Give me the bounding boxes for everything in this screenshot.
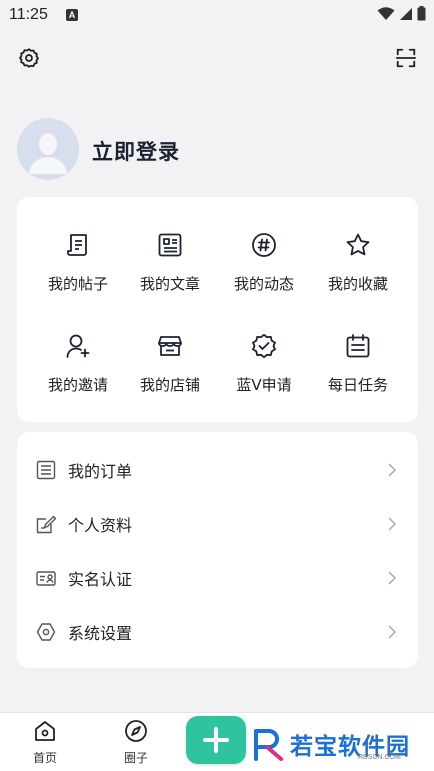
grid-item-invites[interactable]: 我的邀请 — [28, 333, 128, 395]
nav-item-label: 圈子 — [123, 751, 148, 765]
grid-item-moments[interactable]: 我的动态 — [214, 232, 314, 294]
grid-item-label: 我的邀请 — [47, 376, 108, 394]
grid-item-label: 每日任务 — [327, 376, 388, 394]
list-item-profile[interactable]: 个人资料 — [17, 497, 418, 551]
watermark-sub: RBSCN.COM — [358, 754, 401, 761]
default-avatar-icon — [17, 118, 79, 180]
order-list-icon — [36, 460, 56, 480]
status-icons — [377, 6, 426, 21]
menu-list-card: 我的订单 个人资料 实名认证 系统设置 — [17, 432, 418, 668]
gear-icon — [19, 48, 39, 68]
status-bar: 11:25 A — [0, 0, 434, 30]
avatar[interactable] — [17, 118, 79, 180]
list-item-label: 个人资料 — [68, 516, 133, 535]
chevron-right-icon — [388, 625, 397, 639]
chevron-right-icon — [388, 517, 397, 531]
star-icon — [346, 233, 370, 256]
watermark: 若宝软件园 RBSCN.COM — [250, 722, 410, 766]
scan-icon — [395, 48, 417, 68]
watermark-logo-icon — [254, 729, 283, 761]
hashtag-icon — [252, 233, 276, 257]
verified-badge-icon — [252, 333, 276, 359]
grid-item-label: 我的帖子 — [47, 275, 108, 293]
chevron-right-icon — [388, 571, 397, 585]
publish-button[interactable] — [186, 716, 246, 764]
signal-icon — [400, 7, 412, 20]
grid-item-verify[interactable]: 蓝V申请 — [214, 333, 314, 395]
battery-icon — [417, 6, 426, 21]
hexagon-settings-icon — [36, 623, 56, 641]
grid-item-articles[interactable]: 我的文章 — [120, 232, 220, 294]
grid-item-favorites[interactable]: 我的收藏 — [308, 232, 408, 294]
id-card-icon — [36, 571, 56, 586]
notification-badge: A — [66, 9, 78, 21]
grid-item-label: 我的文章 — [139, 275, 200, 293]
list-item-real-name-auth[interactable]: 实名认证 — [17, 551, 418, 605]
grid-item-label: 我的店铺 — [139, 376, 200, 394]
grid-item-label: 我的动态 — [233, 275, 294, 293]
grid-item-label: 我的收藏 — [327, 275, 388, 293]
invite-user-icon — [66, 334, 90, 358]
list-item-label: 系统设置 — [68, 624, 133, 643]
post-icon — [67, 234, 87, 256]
scan-button[interactable] — [392, 44, 420, 72]
nav-item-home[interactable]: 首页 — [15, 719, 75, 766]
calendar-task-icon — [346, 334, 370, 358]
list-item-system-settings[interactable]: 系统设置 — [17, 605, 418, 659]
list-item-label: 我的订单 — [68, 462, 133, 481]
list-item-label: 实名认证 — [68, 570, 133, 589]
grid-item-posts[interactable]: 我的帖子 — [28, 232, 128, 294]
article-icon — [158, 233, 182, 257]
wifi-icon — [377, 6, 395, 20]
list-item-orders[interactable]: 我的订单 — [17, 443, 418, 497]
compass-icon — [125, 720, 147, 742]
edit-profile-icon — [36, 515, 56, 534]
nav-item-label: 首页 — [32, 751, 57, 765]
grid-item-label: 蓝V申请 — [236, 376, 292, 394]
feature-grid-card: 我的帖子 我的文章 我的动态 我的收藏 我的邀请 我的店铺 蓝V申请 每日任务 — [17, 197, 418, 422]
feature-grid: 我的帖子 我的文章 我的动态 我的收藏 我的邀请 我的店铺 蓝V申请 每日任务 — [17, 197, 418, 422]
nav-item-circle[interactable]: 圈子 — [106, 719, 166, 766]
status-time: 11:25 — [9, 6, 48, 23]
login-link[interactable]: 立即登录 — [92, 136, 180, 166]
shop-icon — [158, 336, 182, 356]
chevron-right-icon — [388, 463, 397, 477]
grid-item-daily-tasks[interactable]: 每日任务 — [308, 333, 408, 395]
home-icon — [35, 721, 55, 741]
plus-icon — [203, 727, 229, 753]
settings-button[interactable] — [15, 44, 43, 72]
grid-item-shop[interactable]: 我的店铺 — [120, 333, 220, 395]
